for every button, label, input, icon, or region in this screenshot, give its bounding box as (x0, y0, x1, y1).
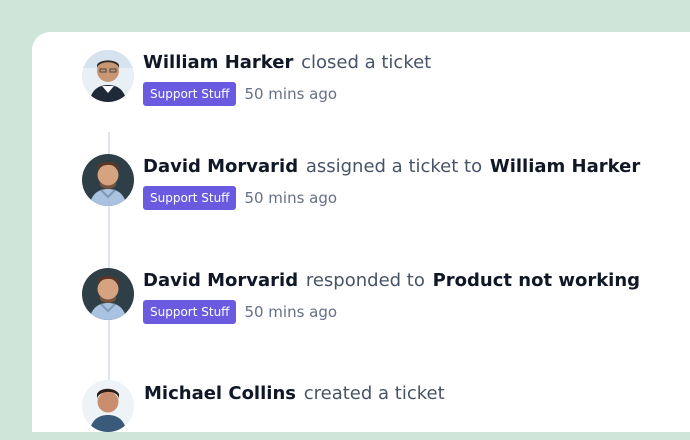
activity-panel: William Harker closed a ticket Support S… (32, 32, 690, 432)
activity-text: David Morvarid assigned a ticket to Will… (143, 155, 640, 179)
activity-target[interactable]: William Harker (490, 156, 640, 177)
avatar-icon (82, 50, 134, 102)
timestamp: 50 mins ago (244, 189, 338, 207)
support-badge: Support Stuff (143, 300, 237, 324)
activity-item: William Harker closed a ticket Support S… (82, 50, 690, 110)
activity-action: assigned a ticket to (305, 156, 483, 177)
activity-item: David Morvarid responded to Product not … (82, 268, 690, 328)
avatar-icon (82, 268, 134, 320)
avatar[interactable] (82, 50, 134, 102)
support-badge: Support Stuff (143, 186, 237, 210)
avatar[interactable] (82, 154, 134, 206)
activity-text: William Harker closed a ticket (143, 51, 431, 75)
activity-action: closed a ticket (301, 52, 432, 73)
actor-name[interactable]: William Harker (143, 52, 293, 73)
timestamp: 50 mins ago (244, 85, 338, 103)
activity-meta: Support Stuff 50 mins ago (143, 82, 337, 106)
actor-name[interactable]: Michael Collins (144, 383, 296, 404)
avatar[interactable] (82, 268, 134, 320)
activity-item: Michael Collins created a ticket (82, 380, 690, 440)
activity-item: David Morvarid assigned a ticket to Will… (82, 154, 690, 214)
activity-meta: Support Stuff 50 mins ago (143, 300, 337, 324)
activity-meta: Support Stuff 50 mins ago (143, 186, 337, 210)
timestamp: 50 mins ago (244, 303, 338, 321)
support-badge: Support Stuff (143, 82, 237, 106)
activity-target[interactable]: Product not working (433, 270, 640, 291)
actor-name[interactable]: David Morvarid (143, 156, 298, 177)
activity-text: David Morvarid responded to Product not … (143, 269, 640, 293)
activity-text: Michael Collins created a ticket (144, 382, 445, 406)
activity-action: created a ticket (303, 383, 445, 404)
avatar[interactable] (82, 380, 134, 432)
avatar-icon (82, 380, 134, 432)
avatar-icon (82, 154, 134, 206)
activity-action: responded to (305, 270, 425, 291)
actor-name[interactable]: David Morvarid (143, 270, 298, 291)
